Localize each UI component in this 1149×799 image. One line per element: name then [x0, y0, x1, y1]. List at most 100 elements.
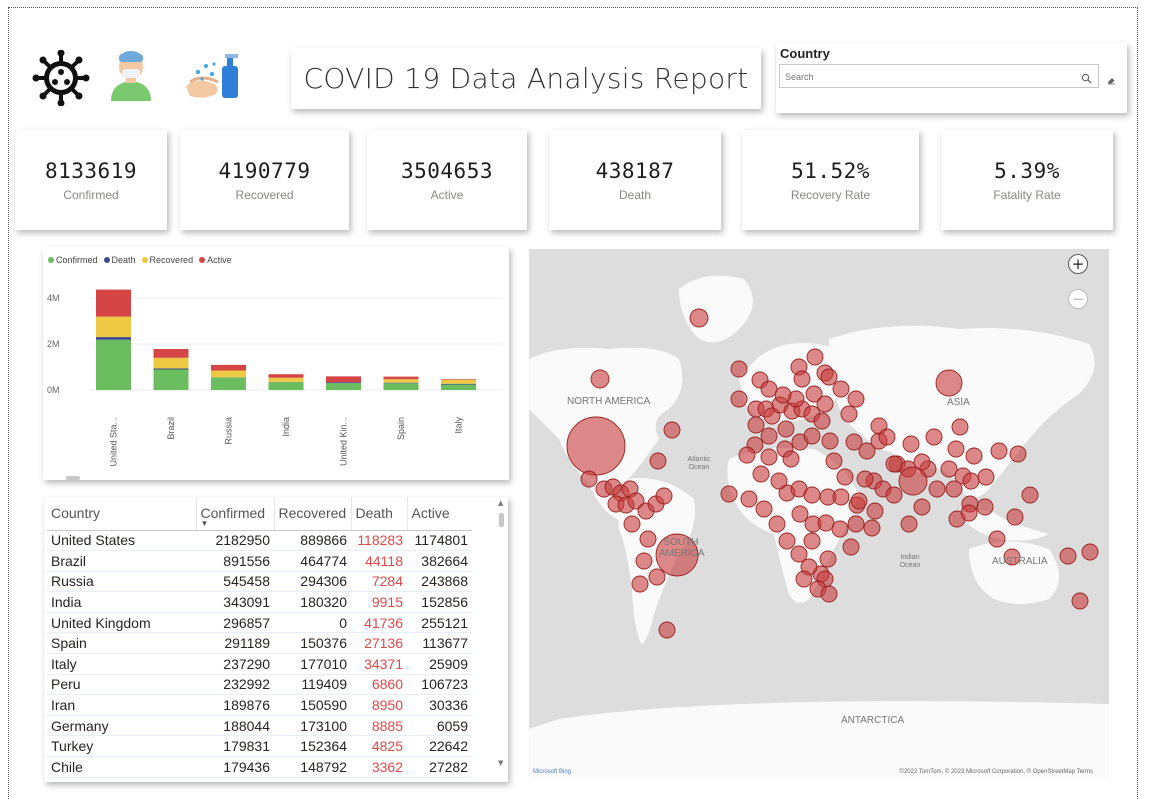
map-bubble[interactable] [990, 442, 1008, 460]
map-bubble[interactable] [977, 468, 995, 486]
table-row[interactable]: Chile 179436 148792 3362 27282 [47, 756, 472, 778]
map-bubble[interactable] [866, 502, 884, 520]
map-bubble[interactable] [960, 504, 978, 522]
bar-segment-recovered[interactable] [96, 316, 131, 338]
map-bubble[interactable] [803, 486, 821, 504]
map-bubble[interactable] [805, 385, 823, 403]
map-bubble[interactable] [663, 421, 681, 439]
table-scrollbar[interactable]: ▲ ▼ [498, 499, 506, 777]
scroll-up-icon[interactable]: ▲ [498, 499, 503, 507]
zoom-out-button[interactable]: − [1068, 289, 1088, 309]
bar-segment-death[interactable] [153, 368, 189, 370]
table-row[interactable]: Turkey 179831 152364 4825 22642 [47, 735, 472, 758]
map-attribution[interactable]: ©2022 TomTom, © 2023 Microsoft Corporati… [900, 769, 1093, 775]
bar-segment-active[interactable] [383, 376, 419, 380]
map-bubble[interactable] [935, 369, 963, 397]
map-bubble[interactable] [945, 480, 963, 498]
table-row[interactable]: Brazil 891556 464774 44118 382664 [47, 550, 472, 572]
map-bubble[interactable] [836, 468, 854, 486]
stacked-bar-chart-card[interactable]: Confirmed Death Recovered Active 0M 2M 4M U… [43, 247, 509, 480]
map-bubble[interactable] [795, 570, 813, 588]
map-bubble[interactable] [962, 472, 980, 490]
map-bubble[interactable] [1009, 445, 1027, 463]
map-bubble[interactable] [730, 360, 748, 378]
map-bubble[interactable] [863, 519, 881, 537]
table-row[interactable]: Germany 188044 173100 8885 6059 [47, 715, 472, 737]
map-bubble[interactable] [856, 470, 874, 488]
bubble-map[interactable]: NORTH AMERICA SOUTH AMERICA ASIA AUSTRAL… [529, 249, 1109, 779]
table-row[interactable]: Peru 232992 119409 6860 106723 [47, 674, 472, 696]
bar-segment-death[interactable] [96, 337, 131, 340]
country-slicer[interactable]: Country [776, 43, 1127, 113]
map-bubble[interactable] [913, 453, 931, 471]
map-bubble[interactable] [755, 500, 773, 518]
map-bubble[interactable] [885, 455, 903, 473]
map-bubble[interactable] [988, 530, 1006, 548]
map-bubble[interactable] [842, 538, 860, 556]
map-bubble[interactable] [730, 390, 748, 408]
map-bubble[interactable] [1006, 508, 1024, 526]
map-bubble[interactable] [760, 380, 778, 398]
clear-selection-icon[interactable] [1106, 70, 1116, 89]
bar-segment-confirmed[interactable] [96, 339, 131, 390]
map-bubble[interactable] [793, 370, 811, 388]
column-header-confirmed[interactable]: Confirmed ▼ [196, 497, 275, 531]
map-bubble[interactable] [658, 621, 676, 639]
map-bubble[interactable] [752, 465, 770, 483]
map-bubble[interactable] [740, 490, 758, 508]
map-bubble[interactable] [635, 552, 653, 570]
slicer-search-input[interactable] [780, 66, 1070, 88]
map-bubble[interactable] [768, 515, 786, 533]
bar-segment-active[interactable] [96, 289, 131, 317]
map-bubble[interactable] [803, 427, 821, 445]
scroll-down-icon[interactable]: ▼ [498, 759, 503, 767]
map-bubble[interactable] [1071, 592, 1089, 610]
map-bubble[interactable] [720, 485, 738, 503]
bar-segment-active[interactable] [211, 364, 246, 371]
map-bubble[interactable] [885, 486, 903, 504]
bar-segment-active[interactable] [153, 348, 189, 358]
bar-segment-recovered[interactable] [441, 379, 476, 384]
table-row[interactable]: Italy 237290 177010 34371 25909 [47, 653, 472, 675]
map-bubble[interactable] [951, 418, 969, 436]
zoom-in-button[interactable]: + [1068, 254, 1088, 274]
map-bubble[interactable] [770, 472, 788, 490]
map-bubble[interactable] [878, 428, 896, 446]
map-bubble[interactable] [806, 348, 824, 366]
bar-segment-confirmed[interactable] [326, 383, 361, 390]
map-bubble[interactable] [649, 452, 667, 470]
map-bubble[interactable] [689, 308, 709, 328]
map-bubble[interactable] [850, 492, 868, 510]
table-row[interactable]: Spain 291189 150376 27136 113677 [47, 632, 472, 655]
country-table-card[interactable]: Country Confirmed ▼ Recovered Death Activ… [44, 497, 508, 782]
map-bubble[interactable] [1021, 486, 1039, 504]
map-bubble[interactable] [965, 447, 983, 465]
column-header-recovered[interactable]: Recovered [274, 497, 352, 531]
map-bubble[interactable] [648, 568, 666, 586]
bar-segment-confirmed[interactable] [153, 369, 189, 390]
map-bubble[interactable] [803, 532, 821, 550]
bar-segment-confirmed[interactable] [268, 382, 304, 390]
map-bubble[interactable] [928, 480, 946, 498]
bar-segment-recovered[interactable] [153, 357, 189, 369]
table-row[interactable]: United Kingdom 296857 0 41736 255121 [47, 612, 472, 634]
map-bubble[interactable] [655, 487, 673, 505]
column-header-active[interactable]: Active [407, 497, 472, 531]
bar-segment-confirmed[interactable] [383, 383, 419, 390]
bar-segment-death[interactable] [383, 382, 419, 384]
map-bubble[interactable] [847, 390, 865, 408]
map-bubble[interactable] [832, 488, 850, 506]
map-bubble[interactable] [947, 440, 965, 458]
chart-scrollbar-thumb[interactable] [66, 476, 80, 480]
bar-segment-confirmed[interactable] [441, 384, 476, 390]
map-bubble[interactable] [940, 460, 958, 478]
map-bubble[interactable] [777, 420, 795, 438]
map-bubble[interactable] [623, 515, 641, 533]
map-bubble[interactable] [790, 545, 808, 563]
map-bubble[interactable] [760, 427, 778, 445]
bar-segment-recovered[interactable] [383, 379, 419, 383]
map-bubble[interactable] [819, 550, 837, 568]
table-row[interactable]: Russia 545458 294306 7284 243868 [47, 571, 472, 593]
map-bubble[interactable] [813, 412, 831, 430]
column-header-country[interactable]: Country [47, 497, 197, 531]
